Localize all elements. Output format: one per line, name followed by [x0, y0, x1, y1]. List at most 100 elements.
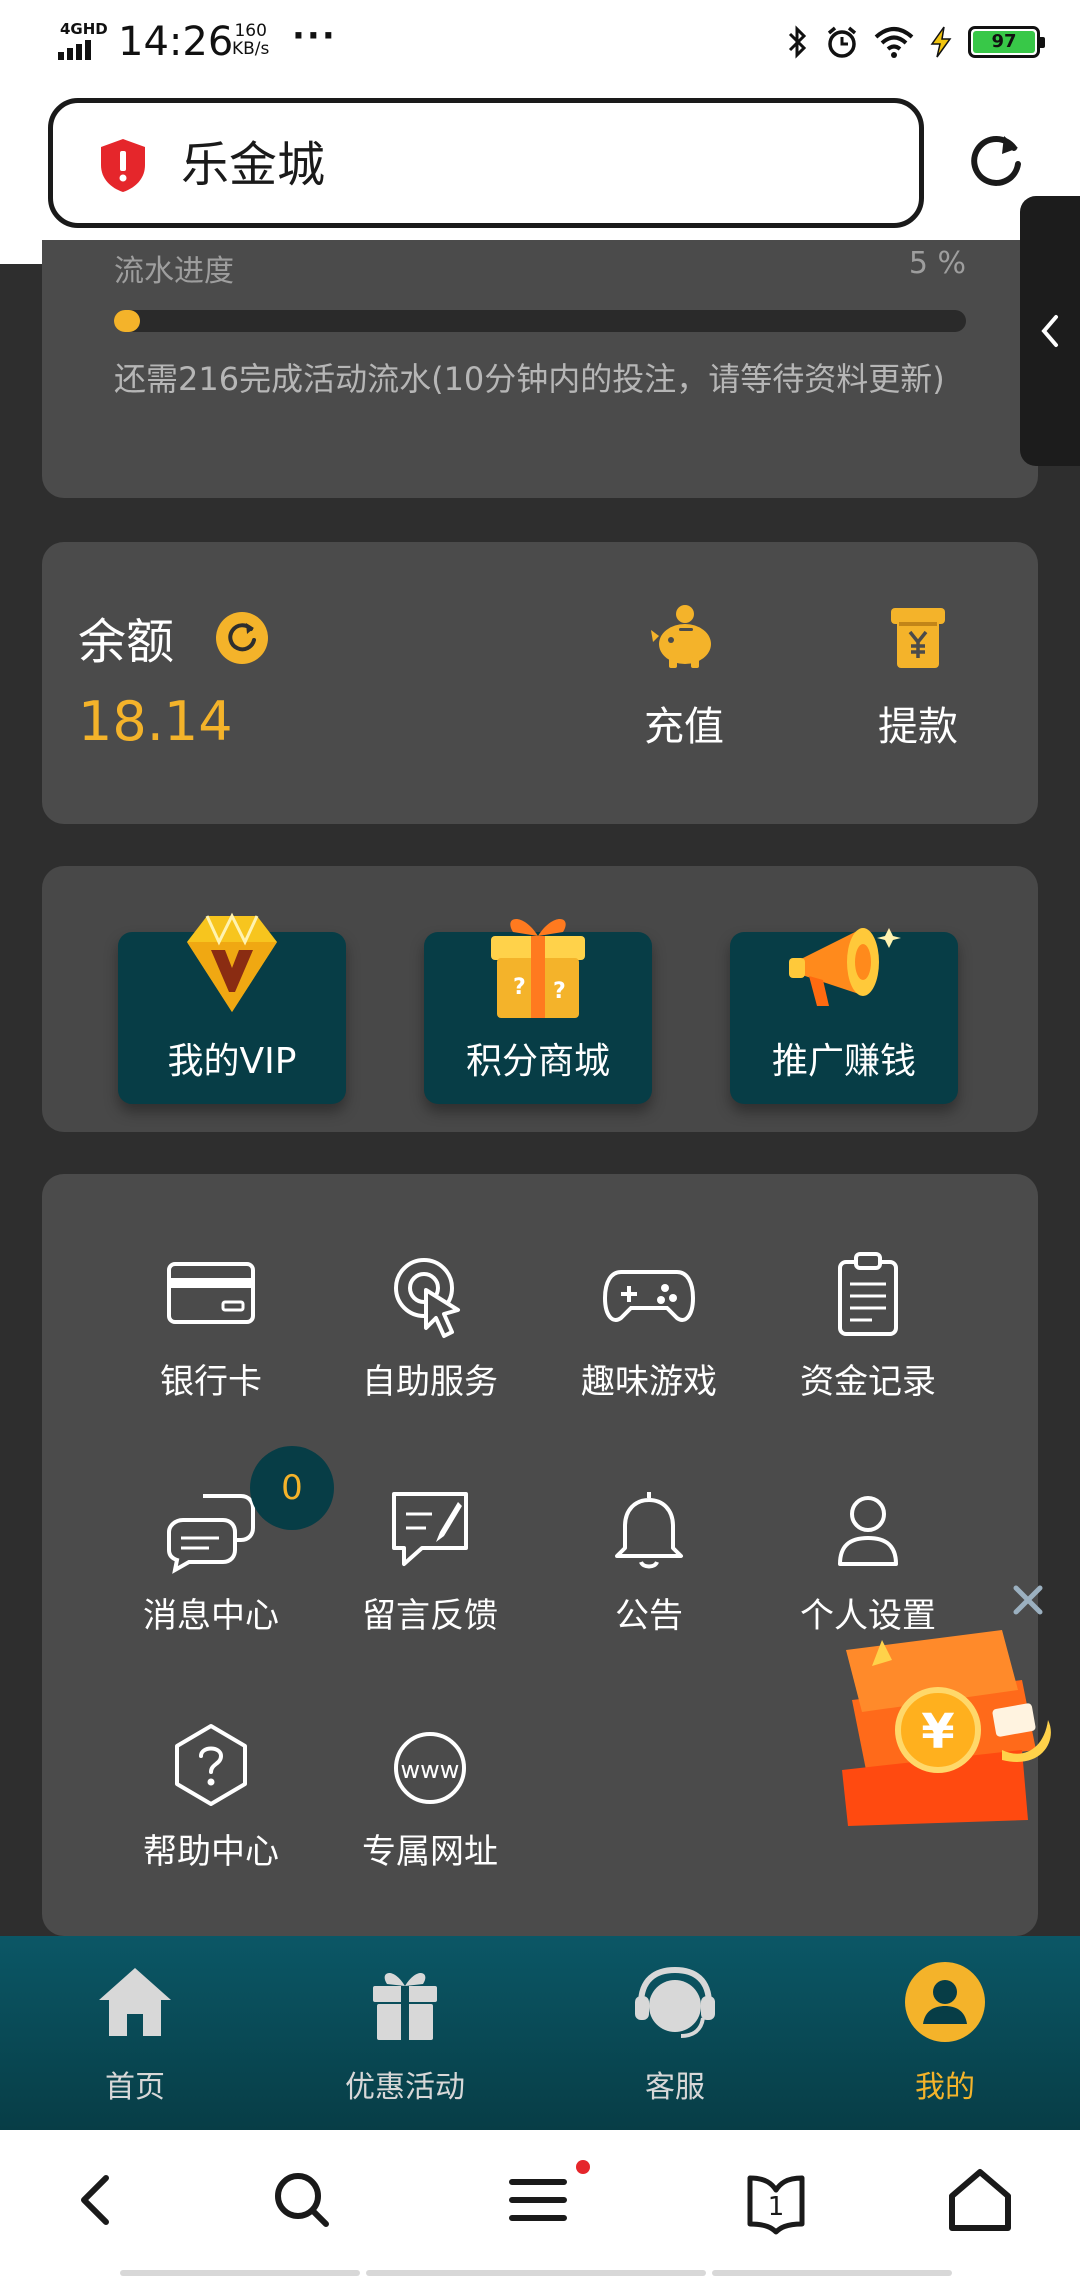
menu-feedback[interactable]: 留言反馈 [330, 1484, 530, 1636]
menu-label: 专属网址 [362, 1832, 498, 1872]
www-icon: www [394, 1732, 466, 1804]
unread-message-badge: 0 [250, 1446, 334, 1530]
tab-label: 我的 [915, 2070, 975, 2105]
deposit-label: 充值 [644, 704, 724, 750]
network-speed: 160 KB/s [232, 22, 269, 58]
progress-label: 流水进度 [114, 254, 234, 289]
tab-label: 客服 [645, 2070, 705, 2105]
network-type: 4GHD [60, 20, 108, 38]
menu-icon[interactable] [498, 2160, 578, 2240]
clipboard-icon [838, 1252, 898, 1336]
status-bar: 4GHD 14:26 160 KB/s ··· 97 [0, 0, 1080, 86]
close-icon[interactable] [1008, 1580, 1048, 1620]
url-title: 乐金城 [181, 137, 326, 193]
withdraw-label: 提款 [878, 704, 958, 750]
feature-label: 推广赚钱 [771, 1041, 916, 1082]
tab-customer-service[interactable]: 客服 [575, 1960, 775, 2106]
feature-label: 我的VIP [167, 1041, 297, 1082]
menu-exclusive-url[interactable]: www 专属网址 [330, 1720, 530, 1872]
piggy-bank-icon [651, 605, 711, 668]
home-icon[interactable] [940, 2160, 1020, 2240]
svg-text:www: www [401, 1756, 460, 1784]
menu-announcement[interactable]: 公告 [549, 1484, 749, 1636]
side-drawer-handle[interactable] [1020, 196, 1080, 466]
menu-label: 公告 [615, 1596, 683, 1636]
speed-value: 160 [234, 21, 267, 41]
menu-label: 消息中心 [143, 1596, 279, 1636]
withdraw-button[interactable]: 提款 [848, 602, 988, 772]
menu-label: 留言反馈 [362, 1596, 498, 1636]
progress-bar [114, 310, 966, 332]
feedback-icon [392, 1492, 468, 1566]
svg-text:?: ? [553, 979, 566, 1004]
features-card: 我的VIP ? ? 积分商城 推广赚钱 [42, 866, 1038, 1132]
gift-box-icon: ? ? [491, 919, 585, 1018]
tabs-count: 1 [768, 2192, 785, 2222]
tab-label: 首页 [105, 2070, 165, 2105]
feature-label: 积分商城 [465, 1041, 610, 1082]
wifi-icon [874, 27, 914, 58]
refresh-icon [228, 623, 256, 652]
menu-personal-settings[interactable]: 个人设置 [768, 1484, 968, 1636]
url-field[interactable]: 乐金城 [48, 98, 924, 228]
balance-card: 余额 18.14 充值 提款 [42, 542, 1038, 824]
promote-earn-button[interactable]: 推广赚钱 [730, 928, 958, 1104]
menu-fun-games[interactable]: 趣味游戏 [549, 1250, 749, 1402]
home-icon [99, 1968, 171, 2036]
floating-red-envelope-gift[interactable]: ¥ [822, 1620, 1058, 1830]
bottom-tab-bar: 首页 优惠活动 客服 我的 [0, 1936, 1080, 2130]
browser-nav-bar: 1 [0, 2130, 1080, 2280]
my-vip-button[interactable]: 我的VIP [118, 912, 346, 1104]
chat-icon [167, 1494, 255, 1574]
tab-label: 优惠活动 [345, 2070, 465, 2105]
shield-alert-icon[interactable] [97, 137, 149, 193]
tab-home[interactable]: 首页 [35, 1960, 235, 2106]
tabs-icon: 1 [747, 2175, 805, 2235]
menu-fund-records[interactable]: 资金记录 [768, 1250, 968, 1402]
deposit-button[interactable]: 充值 [614, 602, 754, 772]
alarm-icon [827, 26, 857, 58]
tabs-button[interactable]: 1 [736, 2160, 816, 2240]
tab-promotions[interactable]: 优惠活动 [305, 1960, 505, 2106]
user-icon [838, 1496, 898, 1566]
reload-icon[interactable] [964, 128, 1028, 192]
bluetooth-icon [788, 25, 807, 59]
progress-bar-fill [114, 310, 140, 332]
gesture-bar [120, 2270, 960, 2280]
menu-label: 帮助中心 [143, 1832, 279, 1872]
svg-text:?: ? [513, 975, 526, 1000]
help-icon [175, 1724, 247, 1806]
self-service-icon [394, 1258, 460, 1338]
back-icon[interactable] [58, 2160, 138, 2240]
search-icon[interactable] [262, 2160, 342, 2240]
balance-label: 余额 [78, 614, 175, 670]
progress-percent: 5 % [908, 246, 966, 281]
gift-icon [373, 1972, 437, 2040]
status-icons: 97 [786, 20, 1045, 64]
battery-icon: 97 [968, 26, 1045, 58]
signal-icon [58, 40, 91, 60]
points-mall-button[interactable]: ? ? 积分商城 [424, 919, 652, 1104]
menu-label: 资金记录 [800, 1362, 936, 1402]
vip-diamond-icon [187, 912, 277, 1012]
menu-label: 自助服务 [362, 1362, 498, 1402]
signal-indicator: 4GHD [58, 20, 108, 60]
clock: 14:26 [118, 19, 234, 65]
chevron-left-icon [1041, 315, 1058, 347]
gamepad-icon [602, 1270, 696, 1322]
charging-icon [930, 26, 952, 58]
refresh-balance-button[interactable] [216, 612, 268, 664]
menu-bank-card[interactable]: 银行卡 [111, 1250, 311, 1402]
progress-note: 还需216完成活动流水(10分钟内的投注，请等待资料更新) [114, 360, 945, 398]
bell-icon [615, 1492, 683, 1569]
turnover-progress-card: 流水进度 5 % 还需216完成活动流水(10分钟内的投注，请等待资料更新) [42, 240, 1038, 498]
menu-self-service[interactable]: 自助服务 [330, 1250, 530, 1402]
menu-help-center[interactable]: 帮助中心 [111, 1720, 311, 1872]
headset-icon [635, 1966, 715, 2038]
withdraw-icon [891, 608, 945, 668]
tab-mine[interactable]: 我的 [845, 1960, 1045, 2106]
balance-value: 18.14 [78, 690, 233, 753]
bank-card-icon [167, 1262, 255, 1324]
user-circle-icon [905, 1962, 985, 2042]
more-notifications-icon: ··· [292, 16, 337, 56]
